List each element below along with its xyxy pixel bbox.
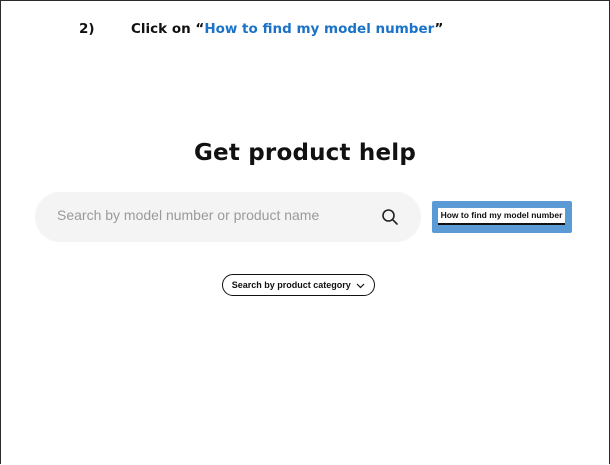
find-model-number-link[interactable]: How to find my model number [438, 208, 565, 225]
page-title: Get product help [193, 140, 417, 166]
tutorial-slide: 2) Click on “How to find my model number”… [0, 0, 610, 464]
instruction-suffix: ” [434, 21, 444, 37]
instruction-text: 2) Click on “How to find my model number” [79, 21, 443, 37]
step-number: 2) [79, 21, 95, 37]
chevron-down-icon [356, 283, 365, 288]
search-placeholder: Search by model number or product name [57, 207, 320, 223]
instruction-link-text: How to find my model number [204, 21, 435, 37]
search-by-category-button[interactable]: Search by product category [222, 274, 375, 296]
search-icon[interactable] [381, 208, 399, 226]
instruction-prefix: Click on “ [131, 21, 205, 37]
category-button-label: Search by product category [231, 280, 351, 290]
search-input[interactable]: Search by model number or product name [35, 192, 421, 242]
model-number-highlight: How to find my model number [432, 201, 572, 233]
